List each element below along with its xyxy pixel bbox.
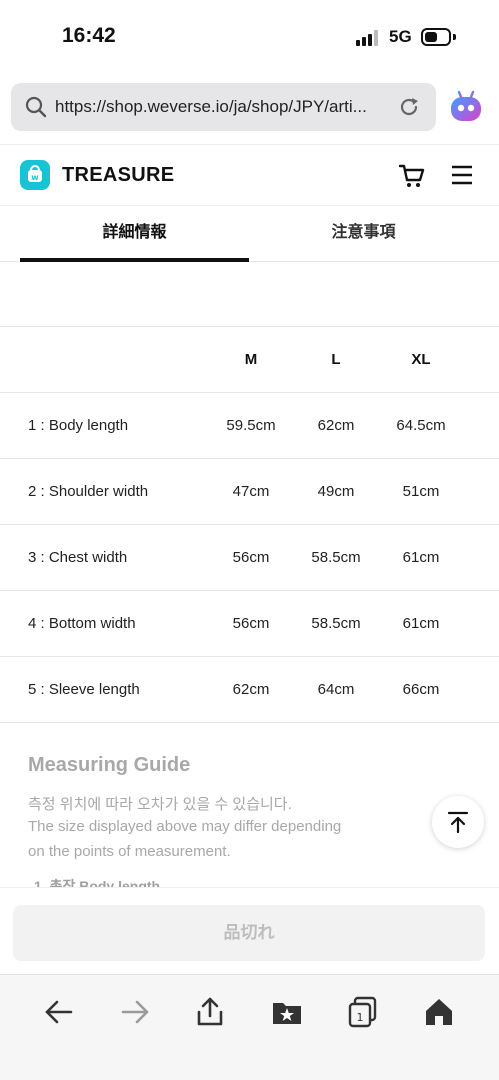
signal-strength-icon	[356, 30, 382, 46]
row-label: 4 : Bottom width	[28, 615, 136, 632]
table-cell: 64.5cm	[396, 417, 446, 434]
table-cell: 47cm	[232, 483, 270, 500]
bookmarks-icon[interactable]	[270, 995, 304, 1029]
table-cell: 66cm	[402, 681, 440, 698]
table-cell: 58.5cm	[311, 549, 361, 566]
share-icon[interactable]	[193, 995, 227, 1029]
table-cell: 61cm	[402, 615, 440, 632]
forward-arrow-icon[interactable]	[118, 995, 152, 1029]
table-cell: 56cm	[232, 615, 270, 632]
measuring-guide-title: Measuring Guide	[28, 754, 191, 776]
active-tab-indicator	[20, 258, 249, 262]
browser-toolbar: 1	[0, 974, 499, 1080]
table-row: 1 : Body length 59.5cm 62cm 64.5cm	[0, 393, 499, 459]
table-cell: 64cm	[317, 681, 355, 698]
table-cell: 62cm	[232, 681, 270, 698]
address-bar[interactable]: https://shop.weverse.io/ja/shop/JPY/arti…	[11, 83, 436, 131]
table-cell: 49cm	[317, 483, 355, 500]
back-arrow-icon[interactable]	[42, 995, 76, 1029]
table-cell: 51cm	[402, 483, 440, 500]
tab-notes[interactable]: 注意事項	[249, 206, 478, 262]
table-cell: 59.5cm	[226, 417, 276, 434]
table-cell: 62cm	[317, 417, 355, 434]
shopping-bag-icon[interactable]: w	[20, 160, 50, 190]
guide-text: on the points of measurement.	[28, 843, 231, 860]
size-table: M L XL 1 : Body length 59.5cm 62cm 64.5c…	[0, 326, 499, 723]
table-cell: 58.5cm	[311, 615, 361, 632]
app-header: w TREASURE	[0, 144, 499, 206]
table-header-row: M L XL	[0, 327, 499, 393]
row-label: 2 : Shoulder width	[28, 483, 149, 500]
purchase-bar: 品切れ	[0, 887, 499, 974]
guide-text-korean: 측정 위치에 따라 오차가 있을 수 있습니다.	[28, 796, 292, 813]
scroll-to-top-icon	[447, 811, 469, 834]
status-bar: 16:42 5G	[0, 0, 499, 74]
battery-cap	[453, 34, 456, 40]
row-label: 3 : Chest width	[28, 549, 128, 566]
reload-icon[interactable]	[397, 95, 421, 119]
table-row: 4 : Bottom width 56cm 58.5cm 61cm	[0, 591, 499, 657]
scroll-to-top-button[interactable]	[432, 796, 484, 848]
table-row: 3 : Chest width 56cm 58.5cm 61cm	[0, 525, 499, 591]
column-header: L	[331, 351, 341, 368]
network-type: 5G	[389, 27, 412, 46]
sold-out-button[interactable]: 品切れ	[13, 905, 485, 961]
column-header: M	[244, 351, 258, 368]
guide-text: The size displayed above may differ depe…	[28, 818, 342, 835]
brand-name[interactable]: TREASURE	[62, 164, 174, 187]
tabs-icon[interactable]: 1	[346, 995, 380, 1029]
svg-text:w: w	[31, 173, 39, 182]
status-time: 16:42	[62, 24, 116, 47]
row-label: 1 : Body length	[28, 417, 129, 434]
menu-icon[interactable]	[450, 163, 474, 187]
open-tabs-count: 1	[357, 1011, 364, 1024]
search-icon	[25, 96, 47, 118]
table-cell: 56cm	[232, 549, 270, 566]
ai-assistant-icon[interactable]	[448, 88, 484, 124]
detail-tabs: 詳細情報 注意事項	[0, 206, 499, 262]
table-row: 5 : Sleeve length 62cm 64cm 66cm	[0, 657, 499, 723]
cart-icon[interactable]	[398, 162, 426, 190]
table-cell: 61cm	[402, 549, 440, 566]
column-header: XL	[411, 351, 431, 368]
row-label: 5 : Sleeve length	[28, 681, 140, 698]
table-row: 2 : Shoulder width 47cm 49cm 51cm	[0, 459, 499, 525]
home-icon[interactable]	[422, 995, 456, 1029]
tab-details[interactable]: 詳細情報	[20, 206, 249, 262]
url-text[interactable]: https://shop.weverse.io/ja/shop/JPY/arti…	[55, 97, 367, 117]
battery-icon	[421, 28, 451, 46]
